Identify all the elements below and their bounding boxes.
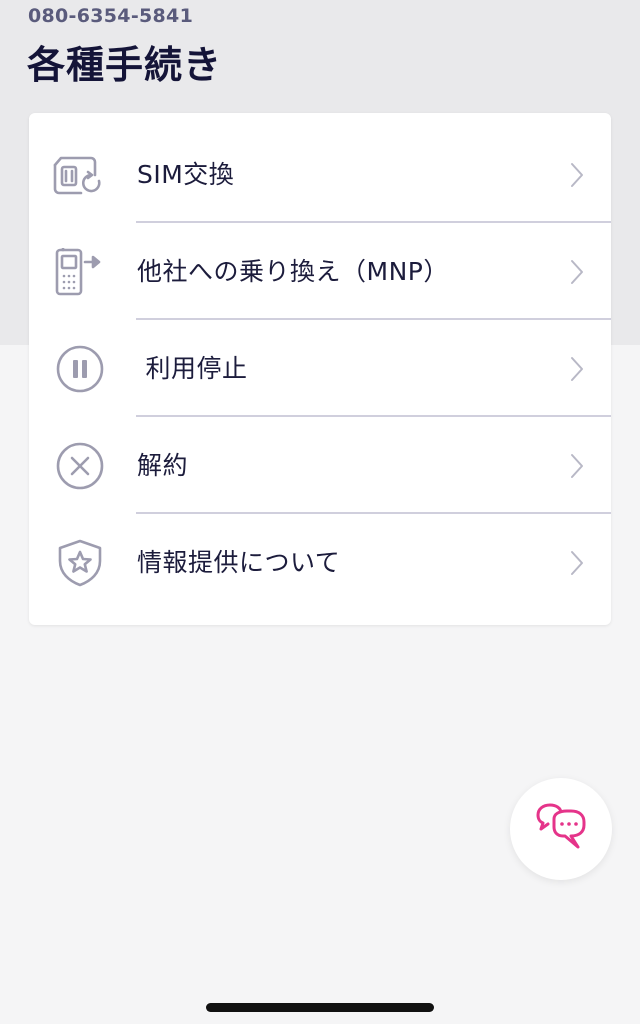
menu-item-cancel-contract[interactable]: 解約 <box>29 417 611 514</box>
menu-item-information-provision[interactable]: 情報提供について <box>29 514 611 611</box>
chevron-right-icon <box>569 162 585 188</box>
menu-item-mnp[interactable]: 他社への乗り換え（MNP） <box>29 223 611 320</box>
chevron-right-icon <box>569 356 585 382</box>
procedures-menu-card: SIM交換 他社への乗り換え（MNP） 利用停止 解約 情報提供について <box>29 113 611 625</box>
sim-swap-icon <box>51 151 107 199</box>
pause-icon <box>51 345 107 393</box>
menu-item-label: 解約 <box>137 451 189 480</box>
chat-support-button[interactable] <box>510 778 612 880</box>
cancel-x-icon <box>51 442 107 490</box>
menu-item-label: SIM交換 <box>137 160 235 189</box>
phone-transfer-icon <box>51 245 107 296</box>
chevron-right-icon <box>569 550 585 576</box>
page-title: 各種手続き <box>27 43 223 87</box>
phone-number: 080-6354-5841 <box>28 5 194 27</box>
menu-item-label: 他社への乗り換え（MNP） <box>137 257 449 286</box>
menu-item-label: 利用停止 <box>137 354 248 383</box>
menu-item-label: 情報提供について <box>137 548 341 577</box>
menu-item-suspend[interactable]: 利用停止 <box>29 320 611 417</box>
home-indicator <box>206 1003 434 1012</box>
shield-star-icon <box>51 539 107 587</box>
chevron-right-icon <box>569 453 585 479</box>
chevron-right-icon <box>569 259 585 285</box>
screen: 080-6354-5841 各種手続き SIM交換 他社への乗り換え（MNP） … <box>0 0 640 1024</box>
menu-item-sim-swap[interactable]: SIM交換 <box>29 126 611 223</box>
